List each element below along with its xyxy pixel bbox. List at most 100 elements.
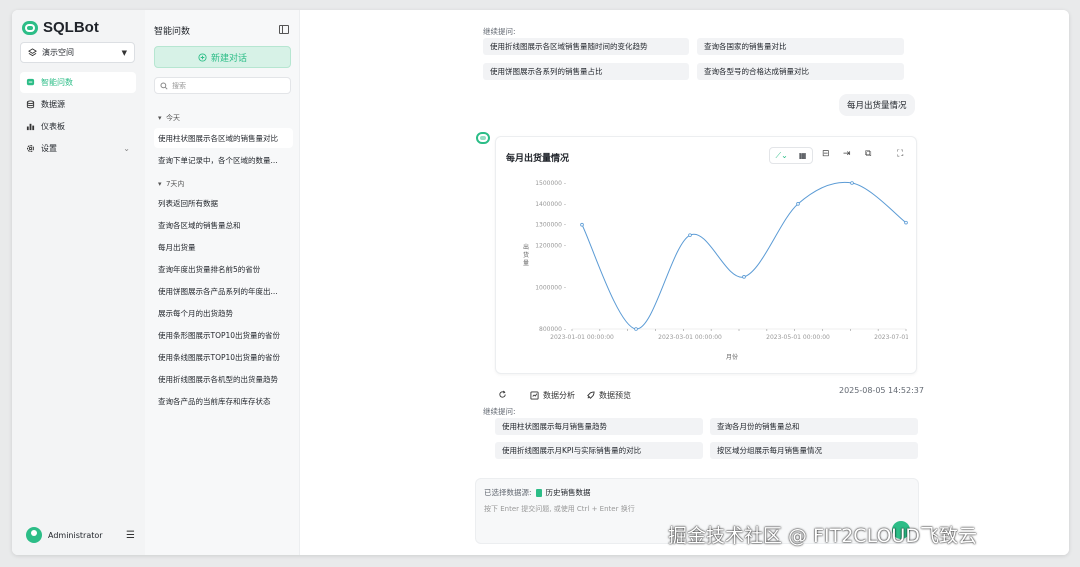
data-point[interactable] (850, 181, 854, 185)
data-point[interactable] (742, 275, 746, 279)
y-axis-title-char: 货 (523, 251, 529, 259)
chevron-down-icon: ⌄ (123, 144, 130, 153)
x-tick-label: 2023-03-01 00:00:00 (658, 334, 722, 341)
history-item[interactable]: 查询下单记录中，各个区域的数量... (154, 150, 293, 170)
history-item[interactable]: 使用折线图展示各机型的出货量趋势 (154, 369, 293, 389)
chart-title: 每月出货量情况 (506, 154, 570, 164)
view-sql-icon[interactable]: ⊟ (822, 149, 830, 159)
menu-toggle-icon[interactable]: ☰ (126, 530, 135, 541)
group-week: ▾ 7天内 (158, 180, 185, 188)
history-item[interactable]: 查询各区域的销售量总和 (154, 215, 293, 235)
history-title: 智能问数 (154, 27, 191, 37)
plus-circle-icon (198, 52, 207, 62)
suggestion-chip[interactable]: 使用饼图展示各系列的销售量占比 (483, 63, 689, 80)
suggestion-chip[interactable]: 查询各国家的销售量对比 (697, 38, 904, 55)
suggestion-chip[interactable]: 按区域分组展示每月销售量情况 (710, 442, 918, 459)
y-axis-title: 出货量 (523, 243, 529, 267)
refresh-button[interactable] (498, 390, 507, 399)
chart-type-switch[interactable]: ⟋⌄ ▦ (769, 147, 813, 164)
suggestion-chip[interactable]: 使用折线图展示各区域销售量随时间的变化趋势 (483, 38, 689, 55)
line-chart: 出货量 800000 - 1000000 - 1200000 - 1300000 - 1… (523, 180, 908, 361)
suggest-label: 继续提问: (483, 27, 516, 36)
conversation-area: 继续提问: 使用折线图展示各区域销售量随时间的变化趋势 查询各国家的销售量对比 … (300, 10, 1069, 555)
data-preview-label: 数据预览 (599, 391, 631, 400)
search-input[interactable] (172, 81, 282, 90)
history-item[interactable]: 使用条线图展示TOP10出货量的省份 (154, 347, 293, 367)
line-chart-icon[interactable]: ⟋⌄ (776, 151, 788, 161)
datasource-label: 已选择数据源: (484, 488, 532, 497)
group-today: ▾ 今天 (158, 114, 180, 122)
workspace-label: 演示空间 (42, 48, 74, 57)
y-tick-label: 1400000 - (535, 201, 566, 208)
chart-card: 每月出货量情况 ⟋⌄ ▦ ⊟ ⇥ ⧉ ⛶ 出货量 800000 - 1000000… (495, 136, 917, 374)
nav-item-label: 数据源 (41, 100, 65, 109)
rocket-icon (587, 391, 595, 399)
chat-icon (26, 78, 35, 86)
history-item[interactable]: 使用柱状图展示各区域的销售量对比 (154, 128, 293, 148)
history-item[interactable]: 使用条形图展示TOP10出货量的省份 (154, 325, 293, 345)
history-item[interactable]: 查询年度出货量排名前5的省份 (154, 259, 293, 279)
new-chat-button[interactable]: 新建对话 (154, 46, 291, 68)
app-name: SQLBot (43, 19, 99, 36)
nav-item-label: 仪表板 (41, 122, 65, 131)
data-point[interactable] (796, 202, 800, 206)
nav-item-smart-query[interactable]: 智能问数 (20, 72, 136, 93)
app-logo: SQLBot (22, 19, 99, 36)
datasource-indicator[interactable]: 已选择数据源: 历史销售数据 (484, 487, 591, 498)
bar-chart-icon (26, 123, 35, 131)
history-item[interactable]: 使用饼图展示各产品系列的年度出... (154, 281, 293, 301)
suggestion-chip[interactable]: 使用折线图展示月KPI与实际销售量的对比 (495, 442, 703, 459)
nav-item-label: 设置 (41, 144, 57, 153)
input-hint: 按下 Enter 提交问题, 或使用 Ctrl + Enter 换行 (484, 505, 635, 513)
series-line (581, 181, 907, 330)
history-item[interactable]: 查询各产品的当前库存和库存状态 (154, 391, 293, 411)
y-tick-label: 1200000 - (535, 243, 566, 250)
history-item[interactable]: 展示每个月的出货趋势 (154, 303, 293, 323)
data-point[interactable] (904, 220, 908, 225)
database-icon (26, 100, 35, 109)
layers-icon (28, 48, 37, 57)
history-search[interactable] (154, 77, 291, 94)
data-analysis-button[interactable]: 数据分析 (530, 390, 575, 401)
add-to-dashboard-icon[interactable]: ⧉ (865, 149, 871, 159)
search-icon (160, 81, 168, 90)
data-point[interactable] (580, 222, 584, 227)
analysis-icon (530, 391, 539, 400)
app-window: SQLBot 演示空间 ▼ 智能问数 数据源 仪表板 设置 ⌄ Administ… (12, 10, 1069, 555)
data-analysis-label: 数据分析 (543, 391, 575, 400)
bot-avatar-icon (476, 132, 490, 144)
gear-icon (26, 144, 35, 153)
y-axis-title-char: 出 (523, 243, 529, 251)
history-panel: 智能问数 新建对话 ▾ 今天 使用柱状图展示各区域的销售量对比 查询下单记录中，… (145, 10, 300, 555)
x-tick-label: 2023-01-01 00:00:00 (550, 334, 614, 341)
fullscreen-icon[interactable]: ⛶ (897, 149, 903, 159)
data-preview-button[interactable]: 数据预览 (586, 390, 631, 401)
refresh-icon (499, 390, 506, 398)
nav-item-dashboard[interactable]: 仪表板 (20, 116, 136, 137)
x-axis-title: 月份 (726, 353, 738, 361)
logo-icon (22, 20, 38, 35)
new-chat-label: 新建对话 (210, 53, 247, 64)
user-profile[interactable]: Administrator (26, 527, 103, 543)
suggestion-chip[interactable]: 使用柱状图展示每月销售量趋势 (495, 418, 703, 435)
history-item[interactable]: 列表返回所有数据 (154, 193, 293, 213)
export-icon[interactable]: ⇥ (843, 149, 851, 159)
y-axis-title-char: 量 (523, 260, 529, 267)
history-item[interactable]: 每月出货量 (154, 237, 293, 257)
suggestion-chip[interactable]: 查询各型号的合格达成销量对比 (697, 63, 904, 80)
nav-item-datasource[interactable]: 数据源 (20, 94, 136, 115)
workspace-select[interactable]: 演示空间 ▼ (20, 42, 135, 63)
data-point[interactable] (688, 233, 692, 237)
nav-item-settings[interactable]: 设置 ⌄ (20, 138, 136, 159)
y-tick-label: 1500000 - (535, 180, 566, 187)
caret-down-icon: ▼ (121, 48, 127, 57)
suggestion-chip[interactable]: 查询各月份的销售量总和 (710, 418, 918, 435)
watermark: 掘金技术社区 @ FIT2CLOUD飞致云 (668, 525, 977, 547)
datasource-name: 历史销售数据 (545, 488, 591, 497)
table-icon[interactable]: ▦ (799, 151, 807, 160)
data-point[interactable] (634, 327, 638, 331)
avatar (26, 527, 42, 543)
y-tick-label: 800000 - (539, 326, 566, 333)
message-timestamp: 2025-08-05 14:52:37 (839, 386, 924, 395)
sidebar-collapse-icon[interactable] (279, 25, 289, 34)
